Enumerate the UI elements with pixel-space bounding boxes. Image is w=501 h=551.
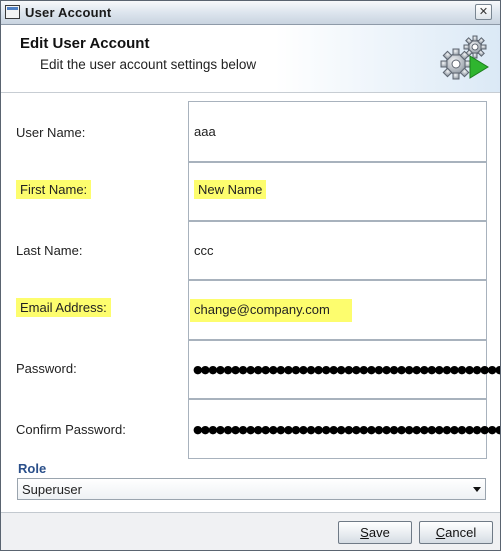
user-name-label: User Name:: [16, 125, 86, 140]
dialog-header: Edit User Account Edit the user account …: [1, 25, 500, 93]
last-name-label: Last Name:: [16, 243, 83, 258]
save-button[interactable]: Save: [338, 521, 412, 544]
window-app-icon: [5, 5, 20, 19]
header-title: Edit User Account: [20, 35, 150, 52]
first-name-field[interactable]: New Name: [188, 162, 487, 221]
password-field[interactable]: ●●●●●●●●●●●●●●●●●●●●●●●●●●●●●●●●●●●●●●●●…: [188, 340, 500, 399]
first-name-value: New Name: [194, 180, 267, 199]
first-name-label: First Name:: [16, 180, 92, 199]
email-label: Email Address:: [16, 298, 111, 317]
dialog-footer: Save Cancel: [1, 512, 500, 550]
window-title: User Account: [25, 5, 112, 20]
title-bar[interactable]: User Account ✕: [1, 1, 500, 25]
last-name-field[interactable]: ccc: [188, 221, 487, 280]
confirm-password-value: ●●●●●●●●●●●●●●●●●●●●●●●●●●●●●●●●●●●●●●●●…: [193, 423, 500, 436]
user-name-field[interactable]: aaa: [188, 101, 487, 162]
header-subtitle: Edit the user account settings below: [40, 57, 257, 72]
email-value: change@company.com: [190, 299, 352, 322]
role-label: Role: [18, 461, 47, 476]
confirm-password-label: Confirm Password:: [16, 422, 126, 437]
password-label: Password:: [16, 361, 77, 376]
email-field[interactable]: change@company.com: [188, 280, 487, 340]
role-selected-value: Superuser: [22, 482, 82, 497]
user-account-dialog: User Account ✕ Edit User Account Edit th…: [0, 0, 501, 551]
cancel-button[interactable]: Cancel: [419, 521, 493, 544]
role-select[interactable]: Superuser: [17, 478, 486, 500]
last-name-value: ccc: [194, 243, 214, 258]
close-icon: ✕: [478, 5, 489, 18]
user-name-value: aaa: [194, 124, 216, 139]
dropdown-arrow-icon[interactable]: [473, 487, 481, 492]
gears-play-icon: [440, 35, 489, 80]
close-button[interactable]: ✕: [475, 4, 492, 20]
password-value: ●●●●●●●●●●●●●●●●●●●●●●●●●●●●●●●●●●●●●●●●…: [193, 363, 500, 376]
confirm-password-field[interactable]: ●●●●●●●●●●●●●●●●●●●●●●●●●●●●●●●●●●●●●●●●…: [188, 399, 500, 459]
